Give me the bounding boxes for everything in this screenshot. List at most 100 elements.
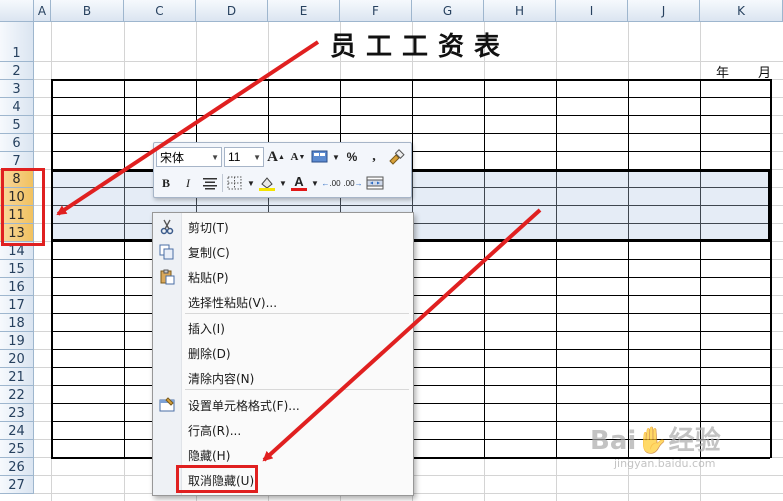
table-hline — [51, 79, 770, 81]
table-vline — [700, 79, 701, 458]
menu-item-5[interactable]: 删除(D) — [153, 341, 413, 365]
borders-button[interactable] — [225, 173, 245, 193]
font-name-combo[interactable]: 宋体 ▼ — [156, 147, 222, 167]
chevron-down-icon[interactable]: ▼ — [311, 173, 319, 193]
chevron-down-icon[interactable]: ▼ — [332, 147, 340, 167]
row-header-6[interactable]: 6 — [0, 134, 34, 152]
select-all-corner[interactable] — [0, 0, 34, 22]
menu-item-label: 选择性粘贴(V)... — [188, 296, 278, 310]
column-header-d[interactable]: D — [196, 0, 268, 22]
column-header-e[interactable]: E — [268, 0, 340, 22]
table-vline — [484, 79, 485, 458]
menu-item-3[interactable]: 选择性粘贴(V)... — [153, 290, 413, 314]
menu-separator — [185, 313, 409, 314]
menu-item-label: 删除(D) — [188, 347, 231, 361]
menu-item-label: 剪切(T) — [188, 221, 229, 235]
grow-font-button[interactable]: A ▲ — [266, 147, 286, 167]
column-header-i[interactable]: I — [556, 0, 628, 22]
chevron-down-icon[interactable]: ▼ — [279, 173, 287, 193]
row-header-24[interactable]: 24 — [0, 422, 34, 440]
row-header-20[interactable]: 20 — [0, 350, 34, 368]
row-header-16[interactable]: 16 — [0, 278, 34, 296]
font-name-value: 宋体 — [160, 150, 185, 165]
watermark-brand2: 经验 — [668, 426, 721, 456]
format-cells-icon — [159, 397, 175, 413]
table-hline — [51, 115, 770, 116]
menu-item-label: 插入(I) — [188, 322, 225, 336]
menu-item-label: 复制(C) — [188, 246, 230, 260]
table-vline — [628, 79, 629, 458]
percent-style-button[interactable]: % — [342, 147, 362, 167]
table-vline — [770, 79, 772, 458]
menu-item-0[interactable]: 剪切(T) — [153, 215, 413, 239]
menu-item-2[interactable]: 粘贴(P) — [153, 265, 413, 289]
toolbar-separator — [222, 174, 223, 192]
menu-item-9[interactable]: 隐藏(H) — [153, 443, 413, 467]
italic-button[interactable]: I — [178, 173, 198, 193]
shrink-font-icon: A — [290, 151, 299, 163]
row-header-17[interactable]: 17 — [0, 296, 34, 314]
row-header-26[interactable]: 26 — [0, 458, 34, 476]
menu-item-label: 设置单元格格式(F)... — [188, 399, 300, 413]
increase-decimal-button[interactable]: ← .00 — [321, 173, 341, 193]
comma-style-button[interactable]: , — [364, 147, 384, 167]
row-header-15[interactable]: 15 — [0, 260, 34, 278]
format-painter-button[interactable] — [386, 147, 406, 167]
table-vline — [556, 79, 557, 458]
column-header-j[interactable]: J — [628, 0, 700, 22]
merge-center-icon — [366, 176, 384, 190]
font-color-button[interactable]: A — [289, 173, 309, 193]
format-painter-icon — [389, 149, 405, 165]
align-center-button[interactable] — [200, 173, 220, 193]
row-header-5[interactable]: 5 — [0, 116, 34, 134]
bold-button[interactable]: B — [156, 173, 176, 193]
menu-item-4[interactable]: 插入(I) — [153, 316, 413, 340]
row-header-19[interactable]: 19 — [0, 332, 34, 350]
shrink-font-button[interactable]: A ▼ — [288, 147, 308, 167]
cell-style-icon — [311, 150, 328, 163]
row-header-1[interactable]: 1 — [0, 22, 34, 62]
table-vline — [124, 79, 125, 458]
context-menu: 剪切(T) 复制(C) 粘贴(P) 选择性粘贴(V)... 插入(I) 删除(D) 清除内容… — [152, 212, 414, 496]
annotation-box-unhide — [176, 465, 258, 493]
chevron-down-icon[interactable]: ▼ — [253, 153, 261, 162]
row-header-25[interactable]: 25 — [0, 440, 34, 458]
row-header-2[interactable]: 2 — [0, 62, 34, 80]
font-color-icon: A — [294, 174, 304, 189]
row-header-18[interactable]: 18 — [0, 314, 34, 332]
borders-icon — [227, 176, 242, 190]
menu-item-7[interactable]: 设置单元格格式(F)... — [153, 393, 413, 417]
font-size-combo[interactable]: 11 ▼ — [224, 147, 264, 167]
column-header-g[interactable]: G — [412, 0, 484, 22]
menu-item-8[interactable]: 行高(R)... — [153, 418, 413, 442]
chevron-down-icon[interactable]: ▼ — [247, 173, 255, 193]
paste-icon — [159, 269, 175, 285]
row-header-22[interactable]: 22 — [0, 386, 34, 404]
column-header-c[interactable]: C — [124, 0, 196, 22]
chevron-down-icon[interactable]: ▼ — [211, 153, 219, 162]
row-header-27[interactable]: 27 — [0, 476, 34, 494]
paw-icon: ✋ — [636, 426, 669, 456]
fill-color-button[interactable] — [257, 173, 277, 193]
annotation-box-rows — [1, 168, 45, 246]
cell-style-button[interactable] — [310, 147, 330, 167]
row-header-4[interactable]: 4 — [0, 98, 34, 116]
table-vline — [51, 79, 53, 458]
column-header-h[interactable]: H — [484, 0, 556, 22]
merge-center-button[interactable] — [365, 173, 385, 193]
menu-item-label: 清除内容(N) — [188, 372, 255, 386]
row-header-23[interactable]: 23 — [0, 404, 34, 422]
decrease-decimal-button[interactable]: .00 → — [343, 173, 363, 193]
column-header-b[interactable]: B — [51, 0, 124, 22]
watermark-brand: Bai — [590, 426, 637, 456]
column-header-f[interactable]: F — [340, 0, 412, 22]
column-header-k[interactable]: K — [700, 0, 783, 22]
align-center-icon — [203, 178, 217, 190]
row-header-3[interactable]: 3 — [0, 80, 34, 98]
column-header-a[interactable]: A — [34, 0, 51, 22]
menu-item-6[interactable]: 清除内容(N) — [153, 366, 413, 390]
row-header-21[interactable]: 21 — [0, 368, 34, 386]
menu-item-1[interactable]: 复制(C) — [153, 240, 413, 264]
table-hline — [51, 133, 770, 134]
grow-font-icon: A — [267, 148, 278, 165]
